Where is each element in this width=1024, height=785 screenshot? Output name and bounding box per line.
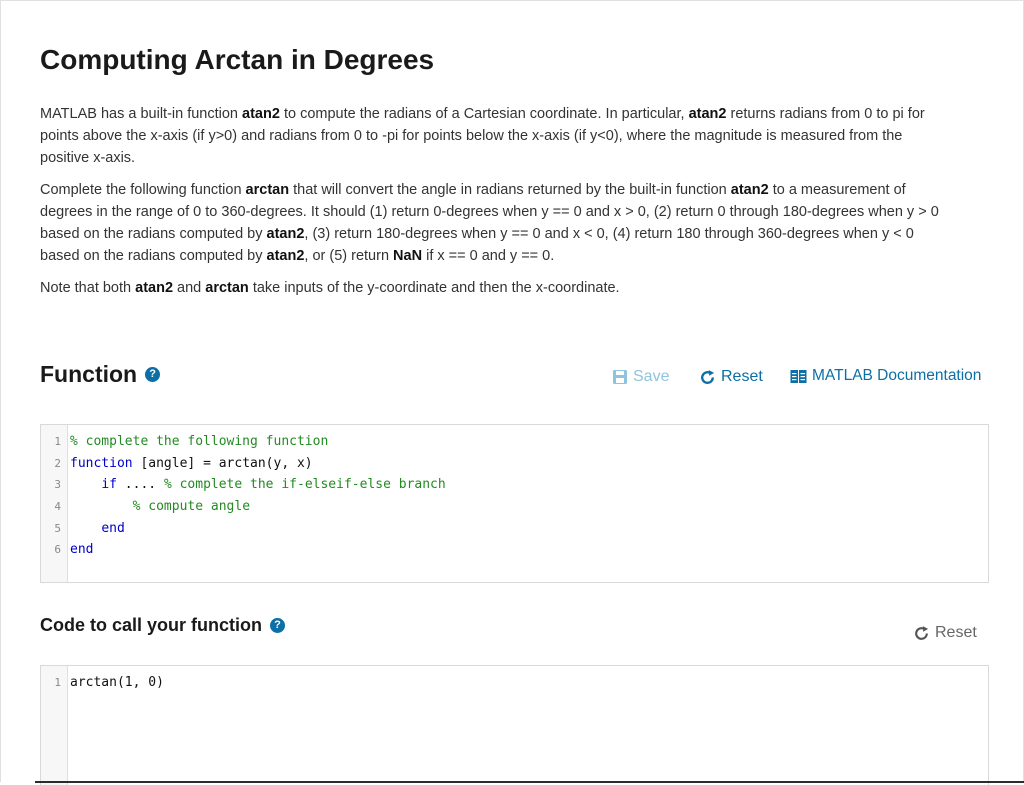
line-number: 6 <box>54 543 61 557</box>
line-number: 4 <box>54 500 61 514</box>
bold-term: atan2 <box>688 106 727 122</box>
code-keyword: if <box>101 477 117 493</box>
code-comment: % compute angle <box>132 499 251 515</box>
book-icon <box>790 369 807 383</box>
call-reset-button[interactable]: Reset <box>913 624 977 642</box>
code-text: % complete the following function <box>70 434 328 449</box>
save-button[interactable]: Save <box>612 368 669 386</box>
matlab-documentation-link[interactable]: MATLAB Documentation <box>790 367 981 385</box>
question-circle-icon[interactable]: ? <box>270 618 286 633</box>
code-token: .... <box>116 477 164 493</box>
code-comment: % complete the if-elseif-else branch <box>163 477 446 493</box>
code-text: % compute angle <box>70 499 250 514</box>
line-number: 3 <box>54 478 61 492</box>
function-title-text: Function <box>40 361 138 387</box>
code-line[interactable]: 1 arctan(1, 0) <box>41 672 164 694</box>
text-run: that will convert the angle in radians r… <box>289 182 731 198</box>
code-keyword: end <box>101 520 125 536</box>
floppy-disk-icon <box>613 370 627 384</box>
function-section-title: Function ? <box>40 361 161 388</box>
code-text: if .... % complete the if-elseif-else br… <box>70 477 446 493</box>
bold-term: arctan <box>205 280 249 296</box>
reset-label: Reset <box>721 368 763 385</box>
text-run: if x == 0 and y == 0. <box>422 248 555 264</box>
text-run: and <box>173 280 206 296</box>
line-number: 2 <box>54 456 61 470</box>
page-title: Computing Arctan in Degrees <box>40 44 435 75</box>
code-comment: % complete the following function <box>70 434 329 450</box>
call-section-title: Code to call your function ? <box>40 615 286 636</box>
call-code-editor[interactable]: 1 arctan(1, 0) <box>40 665 989 785</box>
text-run: , or (5) return <box>304 248 394 264</box>
line-number: 1 <box>54 435 61 449</box>
bold-term: atan2 <box>266 226 305 242</box>
code-line[interactable]: 4 % compute angle <box>41 496 250 518</box>
call-reset-label: Reset <box>935 624 977 641</box>
bold-term: arctan <box>245 182 290 198</box>
text-run: Note that both <box>40 280 136 296</box>
description-paragraph-2: Complete the following function arctan t… <box>40 179 950 267</box>
bold-term: atan2 <box>266 248 305 264</box>
line-number: 5 <box>54 521 61 535</box>
refresh-icon <box>701 369 715 384</box>
code-line[interactable]: 1 % complete the following function <box>41 431 328 453</box>
code-line[interactable]: 6 end <box>41 539 93 561</box>
function-code-editor[interactable]: 1 % complete the following function 2 funct… <box>40 424 989 583</box>
refresh-icon <box>915 625 929 640</box>
call-title-text: Code to call your function <box>40 615 263 635</box>
description-paragraph-3: Note that both atan2 and arctan take inp… <box>40 277 950 299</box>
code-line[interactable]: 3 if .... % complete the if-elseif-else … <box>41 474 446 496</box>
code-text: arctan(1, 0) <box>70 675 164 690</box>
reset-button[interactable]: Reset <box>699 368 763 386</box>
question-circle-icon[interactable]: ? <box>145 367 161 382</box>
code-token: [angle] = arctan(y, x) <box>132 455 313 471</box>
bold-term: atan2 <box>242 106 280 122</box>
code-line[interactable]: 2 function [angle] = arctan(y, x) <box>41 453 313 475</box>
code-line[interactable]: 5 end <box>41 517 125 539</box>
description-paragraph-1: MATLAB has a built-in function atan2 to … <box>40 103 950 169</box>
code-keyword: end <box>70 542 94 558</box>
bold-term: atan2 <box>135 280 174 296</box>
code-text: end <box>70 542 93 557</box>
code-text: end <box>70 520 125 536</box>
code-text: function [angle] = arctan(y, x) <box>70 456 313 471</box>
save-label: Save <box>633 368 670 385</box>
text-run: Complete the following function <box>40 182 246 198</box>
docs-label: MATLAB Documentation <box>812 367 982 384</box>
bold-term: NaN <box>393 248 423 264</box>
code-keyword: function <box>70 455 133 471</box>
text-run: to compute the radians of a Cartesian co… <box>279 106 689 122</box>
code-token: arctan(1, 0) <box>70 675 164 691</box>
text-run: take inputs of the y-coordinate and then… <box>248 280 620 296</box>
text-run: MATLAB has a built-in function <box>40 106 243 122</box>
line-number: 1 <box>54 676 61 690</box>
bold-term: atan2 <box>730 182 769 198</box>
